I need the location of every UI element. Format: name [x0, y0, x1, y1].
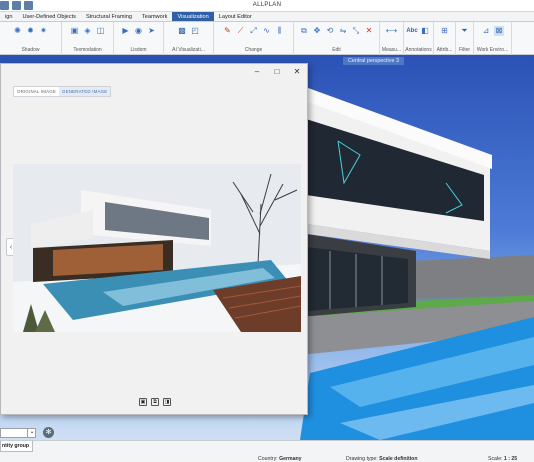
ribbon-group-label: Edit	[332, 47, 341, 53]
ribbon-group-attributes: ⊞ Attrib...	[434, 22, 456, 55]
country-value: Germany	[279, 456, 302, 462]
light-icon[interactable]: ✷	[39, 26, 49, 36]
ribbon-group-filter: ⏷ Filter	[456, 22, 474, 55]
chart-icon[interactable]: ⊿	[481, 26, 491, 36]
minimize-icon[interactable]: –	[247, 64, 267, 78]
ribbon-group-shadow: ✺ ✹ ✷ Shadow	[0, 22, 62, 55]
modify-icon[interactable]: ⟋	[236, 26, 246, 36]
toggle-generated-image[interactable]: GENERATED IMAGE	[59, 87, 111, 96]
ribbon-group-work-environment: ⊿ ⊠ Work Enviro...	[474, 22, 512, 55]
surface-icon[interactable]: ◫	[96, 26, 106, 36]
dialog-footer-tools: ▣ ⧉ ◨	[139, 398, 171, 406]
sun-icon[interactable]: ✺	[13, 26, 23, 36]
ribbon-group-label: Work Enviro...	[476, 47, 509, 53]
gear-icon[interactable]: ✻	[43, 427, 54, 438]
shadow-icon[interactable]: ✹	[26, 26, 36, 36]
forward-icon[interactable]: ➤	[147, 26, 157, 36]
copy-icon[interactable]: ⧉	[299, 26, 309, 36]
status-drawing-type: Drawing type: Scale definition	[346, 456, 418, 462]
ribbon-group-label: Texmodation	[73, 47, 102, 53]
ribbon-group-label: Attrib...	[436, 47, 453, 53]
ribbon-group-label: Filter	[458, 47, 471, 53]
wave-icon[interactable]: ∿	[262, 26, 272, 36]
country-label: Country:	[258, 456, 278, 462]
texture-icon[interactable]: ▣	[70, 26, 80, 36]
measure-icon[interactable]: ⟷	[386, 26, 397, 36]
tab-teamwork[interactable]: Teamwork	[137, 12, 173, 21]
garden-wall	[410, 255, 534, 299]
title-bar: ALLPLAN	[0, 0, 534, 12]
copy-image-icon[interactable]: ⧉	[151, 398, 159, 406]
tab-design[interactable]: ign	[0, 12, 17, 21]
close-icon[interactable]: ✕	[287, 64, 307, 78]
export-image-icon[interactable]: ◨	[163, 398, 171, 406]
ribbon-group-measure: ⟷ Measu...	[380, 22, 404, 55]
ribbon-group-label: Annotations	[405, 47, 432, 53]
scale-icon[interactable]: ⤡	[351, 26, 361, 36]
ai-render-icon[interactable]: ▩	[177, 26, 187, 36]
rotate-icon[interactable]: ⟲	[325, 26, 335, 36]
ribbon-group-lisdom: ▶ ◉ ➤ Lisdom	[114, 22, 164, 55]
attribute-icon[interactable]: ⊞	[440, 26, 450, 36]
tab-entity-group[interactable]: ntity group	[0, 441, 33, 452]
tab-user-defined-objects[interactable]: User-Defined Objects	[17, 12, 80, 21]
scale-value[interactable]: 1 : 25	[504, 456, 517, 462]
ai-image-icon[interactable]: ◰	[190, 26, 200, 36]
move-icon[interactable]: ✥	[312, 26, 322, 36]
toggle-original-image[interactable]: ORIGINAL IMAGE	[14, 87, 59, 96]
generated-image-scene	[13, 164, 301, 332]
generated-image	[13, 164, 301, 332]
chevron-down-icon[interactable]: ⌄	[27, 428, 36, 438]
drawing-type-value[interactable]: Scale definition	[379, 456, 417, 462]
play-icon[interactable]: ▶	[121, 26, 131, 36]
ribbon-group-annotations: Abc ◧ Annotations	[404, 22, 434, 55]
maximize-icon[interactable]: □	[267, 64, 287, 78]
ribbon-group-label: Change	[244, 47, 263, 53]
ribbon-group-ai-visualization: ▩ ◰ AI Visualizati...	[164, 22, 214, 55]
ribbon-group-label: Lisdom	[130, 47, 147, 53]
ai-visualization-dialog: – □ ✕ ORIGINAL IMAGE GENERATED IMAGE ‹ ▣…	[0, 63, 308, 415]
image-toggle: ORIGINAL IMAGE GENERATED IMAGE	[13, 86, 112, 97]
status-country: Country: Germany	[258, 456, 302, 462]
status-scale: Scale: 1 : 25	[488, 456, 517, 462]
stretch-icon[interactable]: ⤢	[249, 26, 259, 36]
ribbon-group-change: ✎ ⟋ ⤢ ∿ ⫼ Change	[214, 22, 294, 55]
window-controls: – □ ✕	[247, 64, 307, 78]
text-icon[interactable]: Abc	[406, 26, 417, 36]
mirror-icon[interactable]: ⇋	[338, 26, 348, 36]
workspace-icon[interactable]: ⊠	[494, 26, 504, 36]
label-icon[interactable]: ◧	[420, 26, 430, 36]
status-bar: Country: Germany Drawing type: Scale def…	[0, 440, 534, 462]
pen-icon[interactable]: ✎	[223, 26, 233, 36]
scale-label: Scale:	[488, 456, 503, 462]
split-icon[interactable]: ⫼	[275, 26, 285, 36]
save-image-icon[interactable]: ▣	[139, 398, 147, 406]
tab-layout-editor[interactable]: Layout Editor	[214, 12, 257, 21]
drawing-type-label: Drawing type:	[346, 456, 378, 462]
ribbon-group-label: AI Visualizati...	[172, 47, 205, 53]
tab-visualization[interactable]: Visualization	[172, 12, 214, 21]
delete-icon[interactable]: ✕	[364, 26, 374, 36]
app-title: ALLPLAN	[252, 2, 282, 8]
ribbon-group-label: Shadow	[21, 47, 40, 53]
ribbon: ✺ ✹ ✷ Shadow ▣ ◈ ◫ Texmodation ▶ ◉ ➤ Lis…	[0, 22, 534, 55]
tab-structural-framing[interactable]: Structural Framing	[81, 12, 137, 21]
ribbon-group-label: Measu...	[381, 47, 402, 53]
ribbon-tabs: ign User-Defined Objects Structural Fram…	[0, 12, 534, 22]
filter-icon[interactable]: ⏷	[460, 26, 470, 36]
ribbon-group-edit: ⧉ ✥ ⟲ ⇋ ⤡ ✕ Edit	[294, 22, 380, 55]
viewport-label[interactable]: Central perspective 3	[343, 57, 404, 65]
material-icon[interactable]: ◈	[83, 26, 93, 36]
ribbon-group-texture: ▣ ◈ ◫ Texmodation	[62, 22, 114, 55]
camera-icon[interactable]: ◉	[134, 26, 144, 36]
